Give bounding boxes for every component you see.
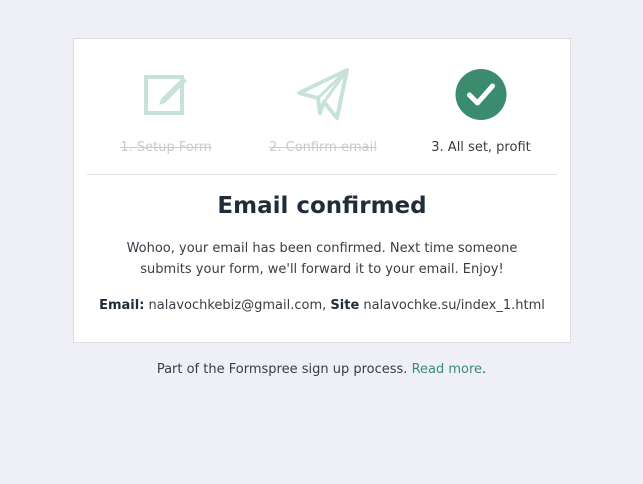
step-label: 2. Confirm email: [269, 140, 377, 155]
email-value: nalavochkebiz@gmail.com: [148, 298, 323, 313]
step-label: 3. All set, profit: [431, 140, 531, 155]
step-all-set: 3. All set, profit: [401, 39, 561, 174]
form-details: Email: nalavochkebiz@gmail.com, Site nal…: [74, 297, 570, 315]
footer-text: Part of the Formspree sign up process.: [156, 362, 408, 377]
confirmation-card: 1. Setup Form 2. Confirm email 3. All se…: [73, 38, 571, 343]
step-setup-form: 1. Setup Form: [86, 39, 246, 174]
footer-period: .: [482, 362, 487, 377]
details-separator: ,: [322, 298, 327, 313]
email-label: Email:: [99, 298, 145, 313]
site-value: nalavochke.su/index_1.html: [363, 298, 545, 313]
step-confirm-email: 2. Confirm email: [243, 39, 403, 174]
edit-icon: [143, 69, 189, 119]
site-label: Site: [330, 298, 360, 313]
divider: [87, 174, 557, 175]
footer-note: Part of the Formspree sign up process. R…: [0, 361, 643, 379]
checkmark-icon: [455, 69, 507, 124]
step-label: 1. Setup Form: [120, 140, 212, 155]
read-more-link[interactable]: Read more: [412, 362, 482, 377]
page-title: Email confirmed: [217, 193, 427, 219]
confirmation-message: Wohoo, your email has been confirmed. Ne…: [126, 241, 518, 277]
progress-steps: 1. Setup Form 2. Confirm email 3. All se…: [74, 39, 570, 174]
paper-plane-icon: [296, 67, 350, 125]
